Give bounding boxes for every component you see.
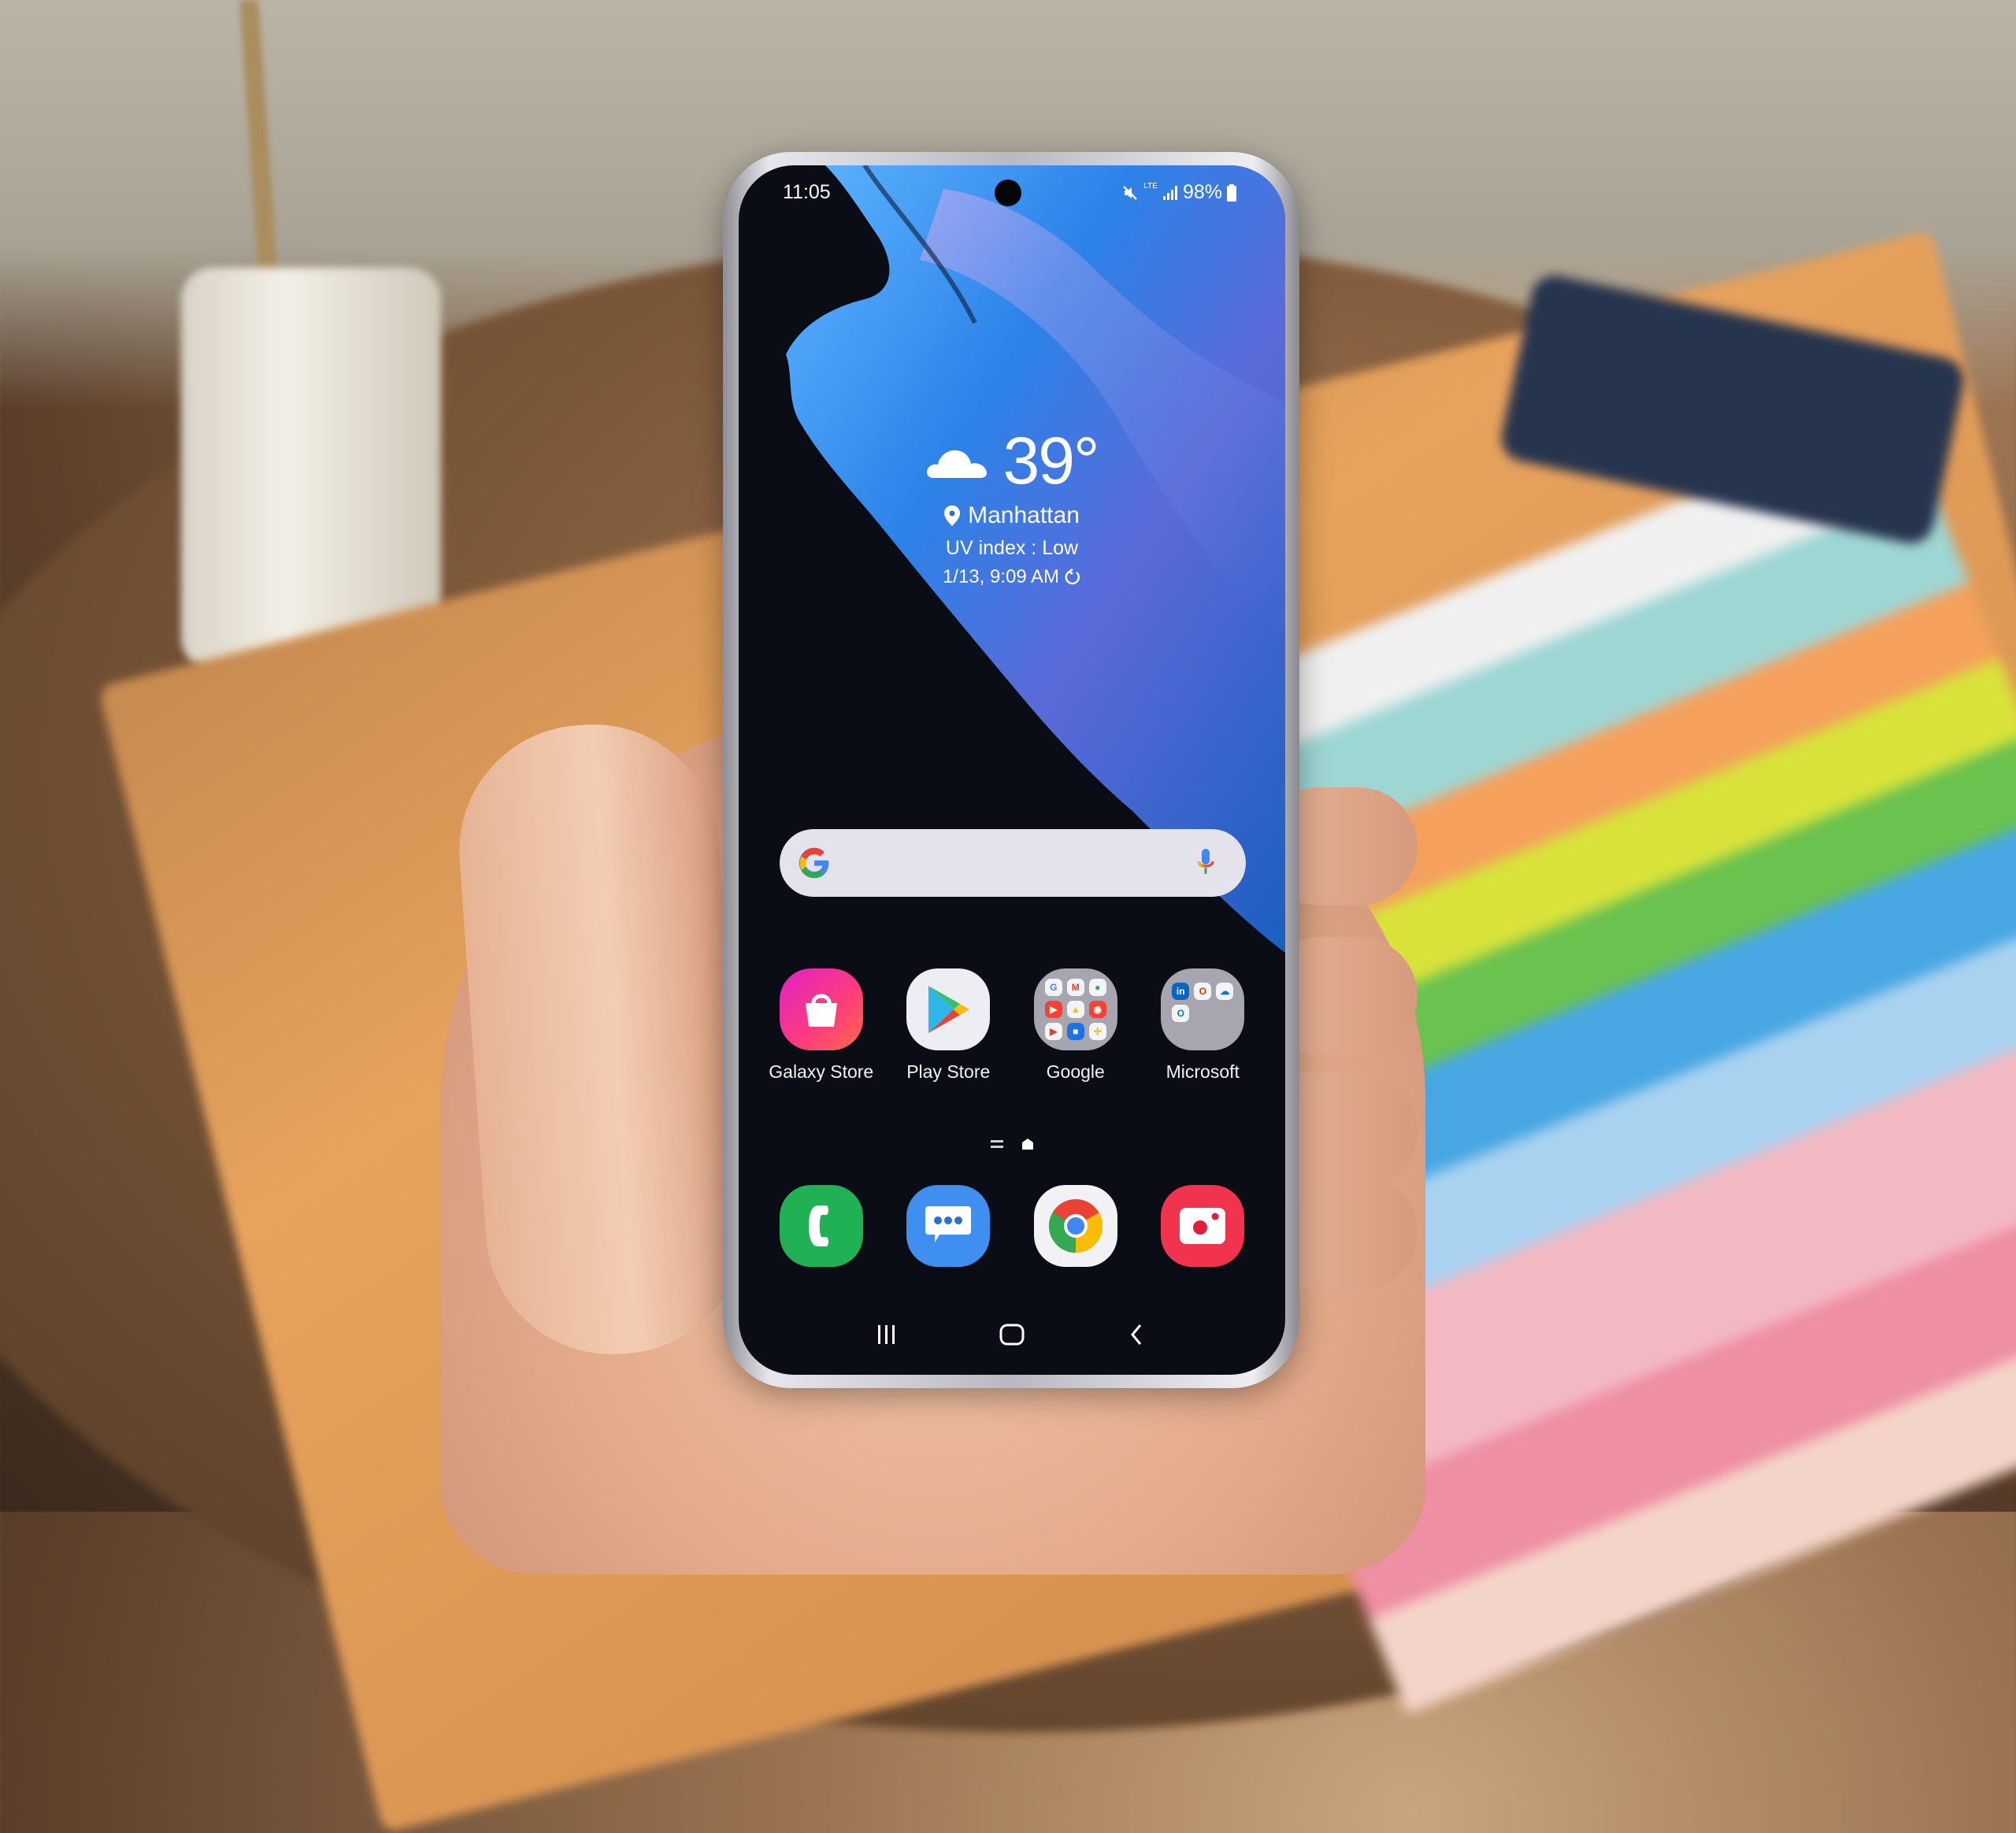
home-icon[interactable] <box>999 1323 1025 1346</box>
youtube-icon: ▶ <box>1044 1001 1062 1018</box>
office-icon: O <box>1194 983 1212 1000</box>
dock <box>739 1185 1285 1267</box>
navigation-bar <box>739 1311 1285 1358</box>
weather-updated-time: 1/13, 9:09 AM <box>942 566 1060 587</box>
front-camera <box>995 180 1021 206</box>
cloud-icon <box>927 450 988 478</box>
phone-icon <box>779 1185 863 1267</box>
status-time: 11:05 <box>783 181 831 203</box>
camera-icon <box>1161 1185 1245 1267</box>
dock-app-phone[interactable] <box>762 1185 880 1267</box>
youtube-music-icon: ◉ <box>1088 1001 1106 1018</box>
weather-location: Manhattan <box>968 502 1080 528</box>
maps-icon: ● <box>1088 979 1106 996</box>
microphone-icon[interactable] <box>1197 849 1214 877</box>
chrome-icon <box>1033 1185 1117 1267</box>
app-google-folder[interactable]: G M ● ▶ ▲ ◉ ▶ ■ ✢ Google <box>1017 968 1135 1083</box>
outlook-icon: O <box>1172 1005 1190 1022</box>
linkedin-icon: in <box>1172 983 1190 1000</box>
background-candle <box>181 268 441 669</box>
google-folder-icon: G M ● ▶ ▲ ◉ ▶ ■ ✢ <box>1033 968 1117 1050</box>
dock-app-camera[interactable] <box>1143 1185 1262 1267</box>
photos-icon: ✢ <box>1088 1023 1106 1040</box>
status-bar: 11:05 LTE 98% <box>739 165 1285 220</box>
google-logo-icon <box>799 847 829 879</box>
app-label: Play Store <box>906 1061 991 1082</box>
dock-app-messages[interactable] <box>889 1185 1007 1267</box>
weather-widget[interactable]: 39° Manhattan UV index : Low 1/13, 9:09 … <box>739 425 1285 588</box>
location-pin-icon <box>944 505 961 526</box>
app-label: Microsoft <box>1166 1061 1240 1082</box>
weather-temperature: 39° <box>1002 424 1099 498</box>
microsoft-folder-icon: in O ☁ O <box>1161 968 1245 1050</box>
status-icons: LTE 98% <box>1121 181 1236 204</box>
home-page-dot-icon[interactable] <box>1022 1139 1033 1150</box>
dock-app-chrome[interactable] <box>1017 1185 1135 1267</box>
hand-thumb <box>450 716 754 1363</box>
app-galaxy-store[interactable]: Galaxy Store <box>762 968 880 1083</box>
messages-icon <box>906 1185 991 1267</box>
recents-icon[interactable] <box>875 1323 899 1346</box>
galaxy-store-icon <box>779 968 863 1050</box>
app-play-store[interactable]: Play Store <box>889 968 1007 1083</box>
battery-percent: 98% <box>1182 181 1222 203</box>
duo-icon: ■ <box>1066 1023 1084 1040</box>
onedrive-icon: ☁ <box>1216 983 1234 1000</box>
app-label: Galaxy Store <box>769 1061 874 1082</box>
page-indicator[interactable] <box>739 1139 1285 1150</box>
play-movies-icon: ▶ <box>1044 1023 1062 1040</box>
weather-uv-index: UV index : Low <box>945 537 1079 559</box>
mute-icon <box>1123 185 1138 200</box>
signal-icon <box>1162 185 1177 200</box>
app-label: Google <box>1046 1061 1105 1082</box>
battery-icon <box>1227 183 1236 202</box>
app-microsoft-folder[interactable]: in O ☁ O Microsoft <box>1143 968 1262 1083</box>
back-icon[interactable] <box>1125 1323 1149 1346</box>
network-type: LTE <box>1143 182 1158 191</box>
page-list-icon[interactable] <box>991 1139 1003 1149</box>
home-app-row: Galaxy Store Play Store G M ● ▶ ▲ ◉ ▶ ■ … <box>739 968 1285 1083</box>
refresh-icon[interactable] <box>1064 568 1081 586</box>
google-app-icon: G <box>1044 979 1062 996</box>
drive-icon: ▲ <box>1066 1001 1084 1018</box>
gmail-icon: M <box>1066 979 1084 996</box>
phone-screen: 11:05 LTE 98% 39° Manhattan UV index: L… <box>739 165 1285 1375</box>
play-store-icon <box>906 968 991 1050</box>
google-search-bar[interactable] <box>780 829 1246 897</box>
